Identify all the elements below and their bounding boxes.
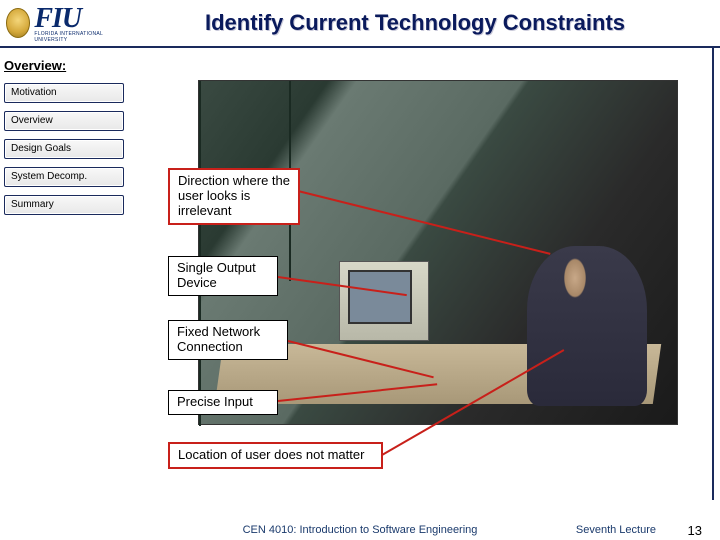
logo-subtext: FLORIDA INTERNATIONAL UNIVERSITY <box>34 31 116 43</box>
footer-lecture: Seventh Lecture <box>576 524 656 536</box>
person-illustration <box>527 246 647 406</box>
monitor-illustration <box>339 261 429 341</box>
office-photo <box>198 80 678 425</box>
right-border <box>712 48 714 500</box>
sidebar-item-motivation[interactable]: Motivation <box>4 83 124 103</box>
slide-footer: CEN 4010: Introduction to Software Engin… <box>0 524 720 536</box>
footer-page-number: 13 <box>688 523 702 538</box>
sidebar-section-label: Overview: <box>4 58 134 73</box>
crest-icon <box>6 8 30 38</box>
sidebar-item-overview[interactable]: Overview <box>4 111 124 131</box>
university-logo: FIU FLORIDA INTERNATIONAL UNIVERSITY <box>6 1 116 45</box>
sidebar-item-system-decomp[interactable]: System Decomp. <box>4 167 124 187</box>
slide-header: FIU FLORIDA INTERNATIONAL UNIVERSITY Ide… <box>0 0 720 48</box>
sidebar-item-design-goals[interactable]: Design Goals <box>4 139 124 159</box>
sidebar-item-summary[interactable]: Summary <box>4 195 124 215</box>
callout-network: Fixed Network Connection <box>168 320 288 360</box>
slide-title: Identify Current Technology Constraints <box>116 10 714 36</box>
content-area: Direction where the user looks is irrele… <box>160 80 700 500</box>
callout-input: Precise Input <box>168 390 278 415</box>
callout-output-device: Single Output Device <box>168 256 278 296</box>
callout-direction: Direction where the user looks is irrele… <box>168 168 300 225</box>
callout-location: Location of user does not matter <box>168 442 383 469</box>
sidebar: Overview: Motivation Overview Design Goa… <box>4 58 134 223</box>
